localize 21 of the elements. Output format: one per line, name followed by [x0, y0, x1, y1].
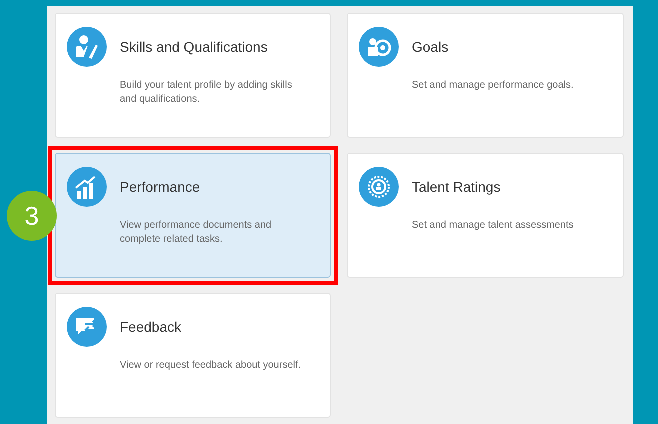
card-description: Build your talent profile by adding skills and qualifications. — [120, 79, 294, 107]
module-card[interactable]: Performance View performance documents and complete related tasks. — [55, 153, 331, 278]
card-icon — [67, 307, 107, 347]
card-title: Goals — [412, 38, 449, 56]
card-description: Set and manage talent assessments — [412, 219, 575, 233]
card-icon — [67, 27, 107, 67]
module-card[interactable]: Talent Ratings Set and manage talent assessments — [347, 153, 624, 278]
card-icon — [359, 167, 399, 207]
card-icon — [67, 167, 107, 207]
card-title: Skills and Qualifications — [120, 38, 268, 57]
step-badge: 3 — [7, 191, 57, 241]
card-description: Set and manage performance goals. — [412, 79, 575, 93]
card-description: View or request feedback about yourself. — [120, 359, 302, 373]
card-title: Feedback — [120, 318, 182, 336]
card-description: View performance documents and complete related tasks. — [120, 219, 273, 247]
card-title: Performance — [120, 178, 200, 196]
module-card[interactable]: Skills and Qualifications Build your talent profile by adding skills and qualifications. — [55, 13, 331, 138]
module-card[interactable]: Feedback View or request feedback about yourself. — [55, 293, 331, 418]
card-icon — [359, 27, 399, 67]
card-title: Talent Ratings — [412, 178, 501, 197]
module-card[interactable]: Goals Set and manage performance goals. — [347, 13, 624, 138]
